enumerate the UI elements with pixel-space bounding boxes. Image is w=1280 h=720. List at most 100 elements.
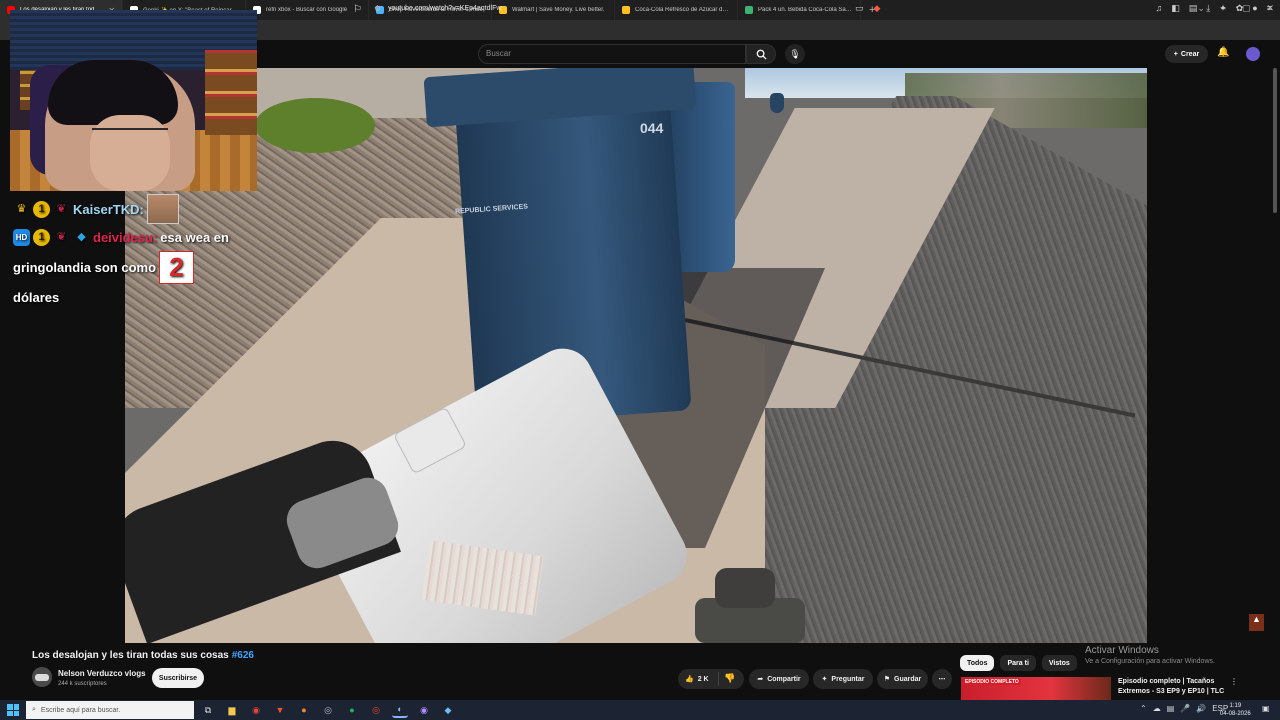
extension-icon[interactable]: ✿ bbox=[1236, 3, 1244, 14]
video-player[interactable]: REPUBLIC SERVICES 044 bbox=[125, 68, 1147, 643]
share-button[interactable]: ➦ Compartir bbox=[749, 669, 809, 689]
steam-icon[interactable]: ◆ bbox=[440, 702, 456, 718]
app-icon-purple[interactable]: ◉ bbox=[416, 702, 432, 718]
subscriber-count: 244 k suscriptores bbox=[58, 681, 107, 687]
volume-icon[interactable]: 🔊 bbox=[1196, 704, 1206, 713]
brave-icon[interactable]: ▼ bbox=[272, 702, 288, 718]
search-button[interactable] bbox=[746, 44, 776, 64]
chrome-icon[interactable]: ◉ bbox=[248, 702, 264, 718]
address-bar-actions: ▭ ◆ bbox=[855, 3, 880, 14]
obs-icon[interactable]: ◎ bbox=[320, 702, 336, 718]
cloud-icon[interactable]: ☁ bbox=[1153, 704, 1161, 713]
tab-title: refri xbox - Buscar con Google bbox=[266, 7, 348, 13]
site-info-icon[interactable]: ⚙ bbox=[374, 4, 381, 13]
more-actions-button[interactable]: ⋯ bbox=[932, 669, 952, 689]
rose-icon: ❦ bbox=[56, 202, 67, 215]
sidebar-icon[interactable]: ◧ bbox=[1171, 3, 1180, 14]
gem-icon: ◆ bbox=[77, 231, 86, 243]
wallet-icon[interactable]: ▤ bbox=[1189, 3, 1198, 14]
app-icon[interactable]: ◎ bbox=[368, 702, 384, 718]
profile-icon[interactable]: ● bbox=[1252, 3, 1257, 14]
bookmark-icon: ⚑ bbox=[883, 676, 891, 683]
sub-badge: 1 bbox=[33, 229, 50, 246]
chat-text: gringolandia son como bbox=[13, 260, 157, 275]
music-icon[interactable]: ♫ bbox=[1155, 3, 1162, 14]
sub-badge: 1 bbox=[33, 200, 50, 218]
chip-all[interactable]: Todos bbox=[960, 655, 995, 671]
distant-trash-bin bbox=[770, 93, 784, 113]
windows-taskbar: ⌕ Escribe aquí para buscar. ⧉ ▆ ◉ ▼ ● ◎ ●… bbox=[0, 700, 1280, 720]
recommended-video-thumbnail[interactable]: EPISODIO COMPLETO bbox=[961, 677, 1111, 700]
streamer-face bbox=[90, 115, 170, 191]
tab-title: Coca-Cola Refresco de Azúcar de Ca bbox=[635, 7, 730, 13]
save-button[interactable]: ⚑ Guardar bbox=[877, 669, 928, 689]
system-tray: ⌃ ☁ ▤ 🎤 🔊 ESP bbox=[1140, 704, 1228, 713]
sparkle-icon: ✦ bbox=[821, 676, 828, 683]
chat-message: ♛ 1 ❦ KaiserTKD: bbox=[13, 194, 258, 224]
hashtag-link[interactable]: #626 bbox=[232, 650, 254, 661]
taskbar-search[interactable]: ⌕ Escribe aquí para buscar. bbox=[26, 701, 194, 719]
chat-message-cont: gringolandia son como 2 bbox=[13, 251, 258, 284]
shield-icon[interactable]: ◆ bbox=[874, 3, 881, 14]
thumbs-down-icon[interactable]: 👎 bbox=[724, 673, 735, 684]
subscribe-button[interactable]: Suscribirse bbox=[152, 668, 204, 688]
search-icon bbox=[756, 49, 767, 60]
crown-icon: ♛ bbox=[16, 202, 27, 215]
like-count: 2 K bbox=[697, 675, 709, 683]
browser-active-icon[interactable]: ◐ bbox=[392, 702, 408, 718]
chat-text: esa wea en bbox=[160, 230, 229, 245]
search-placeholder: Buscar bbox=[486, 49, 511, 58]
chip-watched[interactable]: Vistos bbox=[1041, 655, 1077, 671]
browser-tab[interactable]: Coca-Cola Refresco de Azúcar de Ca bbox=[615, 0, 738, 20]
menu-icon[interactable]: ≡ bbox=[1267, 3, 1272, 14]
browser-tab[interactable]: Walmart | Save Money. Live better. bbox=[492, 0, 615, 20]
task-view-icon[interactable]: ⧉ bbox=[200, 702, 216, 718]
browser-tab[interactable]: Pack 4 un. Bebida Coca-Cola Sabor bbox=[738, 0, 861, 20]
tab-title: Walmart | Save Money. Live better. bbox=[512, 7, 605, 13]
activate-windows-title: Activar Windows bbox=[1085, 645, 1159, 656]
divider bbox=[718, 672, 719, 686]
firefox-icon[interactable]: ● bbox=[296, 702, 312, 718]
create-button[interactable]: + Crear bbox=[1165, 45, 1208, 63]
channel-avatar[interactable] bbox=[32, 667, 52, 687]
bin-number: 044 bbox=[640, 120, 664, 136]
share-label: Compartir bbox=[767, 675, 801, 683]
page-scrollbar[interactable] bbox=[1273, 68, 1277, 213]
browser-tab[interactable]: refri xbox - Buscar con Google bbox=[246, 0, 369, 20]
account-avatar[interactable] bbox=[1246, 47, 1260, 61]
chat-message-cont: dólares bbox=[13, 284, 258, 311]
chevron-up-icon[interactable]: ⌃ bbox=[1140, 704, 1147, 713]
microphone-icon[interactable]: 🎤 bbox=[1180, 704, 1190, 713]
save-label: Guardar bbox=[894, 675, 922, 683]
bookmark-icon[interactable]: ⚐ bbox=[353, 4, 362, 15]
thumbs-up-icon: 👍 bbox=[685, 676, 694, 683]
chip-for-you[interactable]: Para ti bbox=[1000, 655, 1036, 671]
spotify-icon[interactable]: ● bbox=[344, 702, 360, 718]
stream-chat: ♛ 1 ❦ KaiserTKD: HD 1 ❦ ◆ deividesu: esa… bbox=[13, 194, 258, 311]
cast-icon[interactable]: ▭ bbox=[855, 3, 864, 14]
search-icon: ⌕ bbox=[32, 706, 36, 713]
notifications-bell-icon[interactable]: 🔔 bbox=[1217, 47, 1229, 58]
channel-name[interactable]: Nelson Verduzco vlogs bbox=[58, 669, 146, 678]
taskbar-search-placeholder: Escribe aquí para buscar. bbox=[40, 706, 121, 714]
clock[interactable]: 1:19 04-08-2026 bbox=[1220, 702, 1251, 718]
chat-user-emote bbox=[146, 194, 179, 224]
cam-shelf bbox=[205, 50, 257, 135]
windows-start-icon[interactable] bbox=[7, 704, 19, 716]
voice-search-button[interactable]: 🎙 bbox=[785, 44, 805, 64]
more-icon[interactable]: ⋮ bbox=[1230, 677, 1238, 686]
leo-icon[interactable]: ✦ bbox=[1219, 3, 1227, 14]
webcam-overlay bbox=[10, 10, 257, 191]
clock-time: 1:19 bbox=[1229, 703, 1242, 709]
chat-text: dólares bbox=[13, 290, 60, 305]
store-icon bbox=[622, 6, 630, 14]
notification-icon[interactable]: ▣ bbox=[1262, 704, 1270, 713]
url-field[interactable]: youtube.com/watch?v=KEp4aqtdlFw bbox=[388, 5, 501, 12]
file-explorer-icon[interactable]: ▆ bbox=[224, 702, 240, 718]
recommendation-chips: Todos Para ti Vistos bbox=[960, 655, 1077, 671]
ask-button[interactable]: ✦ Preguntar bbox=[813, 669, 873, 689]
download-icon[interactable]: ⤓ bbox=[1206, 3, 1210, 14]
plus-icon: + bbox=[1173, 50, 1178, 58]
network-icon[interactable]: ▤ bbox=[1167, 704, 1175, 713]
search-input[interactable] bbox=[478, 44, 746, 64]
